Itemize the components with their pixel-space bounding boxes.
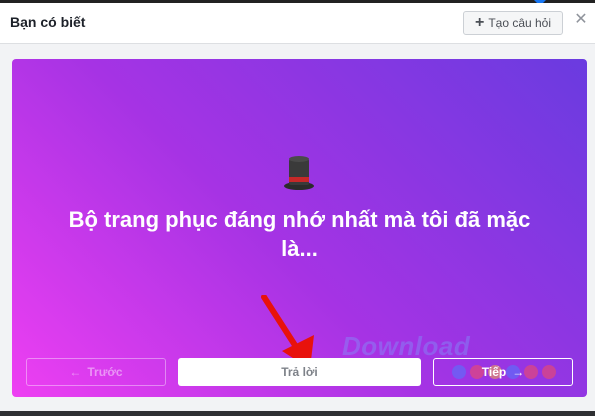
top-hat-icon: [284, 156, 314, 190]
dialog-header: Bạn có biết + Tạo câu hỏi ✕: [0, 3, 595, 44]
previous-button[interactable]: ← Trước: [26, 358, 166, 386]
previous-label: Trước: [87, 365, 123, 379]
plus-icon: +: [474, 13, 485, 31]
bottom-bar: [0, 411, 595, 416]
question-card: Bộ trang phục đáng nhớ nhất mà tôi đã mặ…: [12, 59, 587, 397]
answer-button[interactable]: Trả lời: [178, 358, 421, 386]
did-you-know-dialog: Bạn có biết + Tạo câu hỏi ✕ Bộ trang phụ…: [0, 3, 595, 411]
next-label: Tiếp: [481, 365, 507, 379]
create-question-label: Tạo câu hỏi: [488, 16, 552, 30]
close-icon[interactable]: ✕: [574, 12, 588, 28]
next-button[interactable]: Tiếp →: [433, 358, 573, 386]
create-question-button[interactable]: + Tạo câu hỏi: [463, 11, 563, 35]
arrow-left-icon: ←: [69, 365, 82, 379]
answer-label: Trả lời: [281, 365, 318, 379]
question-prompt: Bộ trang phục đáng nhớ nhất mà tôi đã mặ…: [68, 207, 531, 261]
dialog-title: Bạn có biết: [10, 14, 86, 30]
arrow-right-icon: →: [512, 365, 525, 379]
